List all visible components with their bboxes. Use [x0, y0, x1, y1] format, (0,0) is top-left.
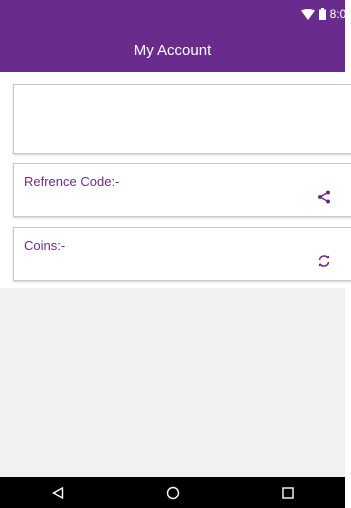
battery-icon: [318, 8, 326, 20]
reference-code-label: Refrence Code:-: [24, 174, 120, 189]
status-bar: 8:00: [0, 0, 351, 28]
share-icon[interactable]: [317, 190, 331, 204]
status-time: 8:00: [329, 7, 351, 21]
recents-icon: [281, 486, 294, 499]
back-icon: [51, 486, 63, 499]
nav-home-button[interactable]: [153, 477, 193, 508]
app-bar: My Account: [0, 28, 345, 72]
account-content: Refrence Code:- Coins:-: [0, 72, 351, 477]
coins-label: Coins:-: [24, 238, 66, 253]
page-title: My Account: [133, 41, 212, 59]
reference-code-card: Refrence Code:-: [13, 163, 351, 217]
nav-recents-button[interactable]: [268, 477, 308, 508]
system-nav-bar: [0, 477, 345, 508]
coins-card: Coins:-: [13, 227, 351, 281]
refresh-icon[interactable]: [317, 254, 331, 268]
nav-back-button[interactable]: [38, 477, 78, 508]
wifi-icon: [300, 8, 315, 20]
profile-card: [13, 84, 351, 154]
home-icon: [166, 486, 179, 499]
